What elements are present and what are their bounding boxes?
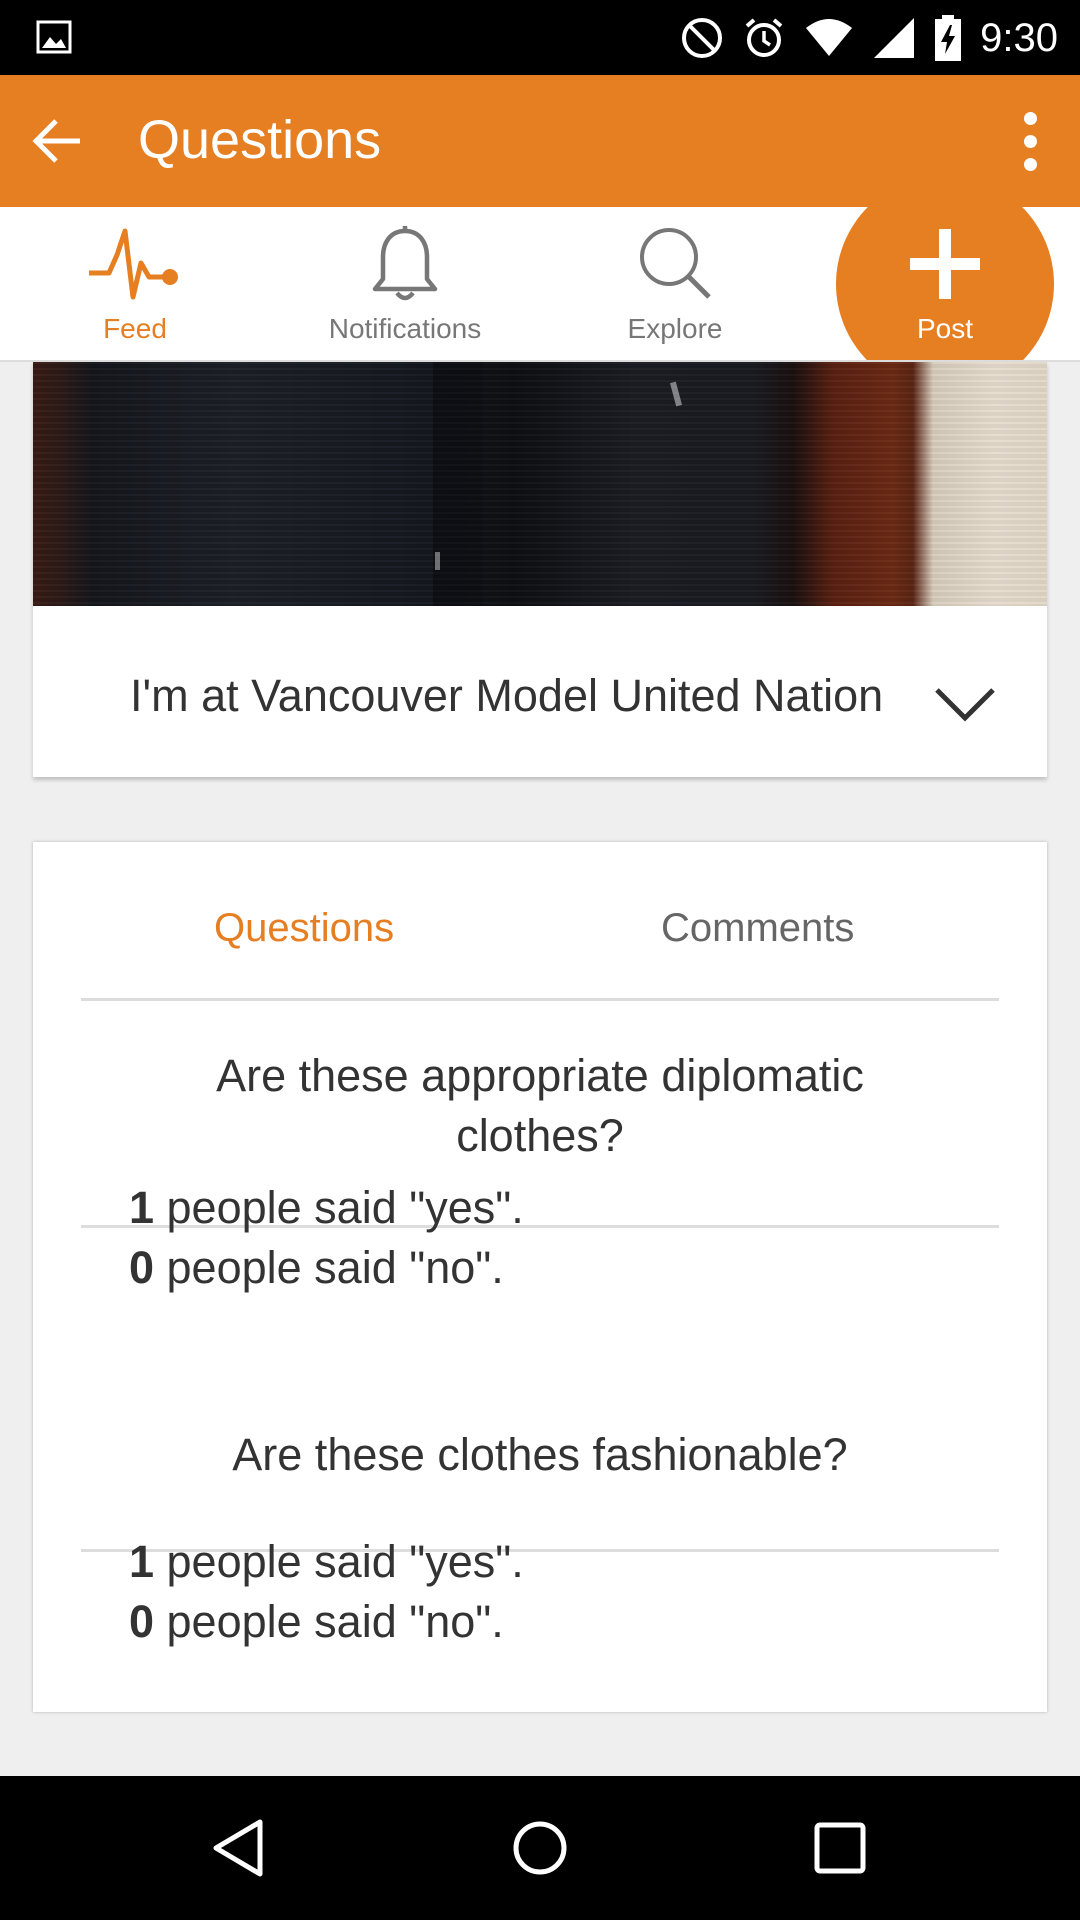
post-photo[interactable]: [33, 362, 1047, 606]
clock-time: 9:30: [980, 15, 1058, 60]
tab-comments[interactable]: Comments: [661, 906, 854, 951]
image-notification-icon: [36, 20, 72, 54]
questions-card: Questions Comments Are these appropriate…: [33, 842, 1047, 1712]
page-title: Questions: [138, 110, 382, 170]
photo-wall: [903, 362, 1047, 606]
questions-tab-bar: Questions Comments: [81, 842, 999, 1001]
menu-dot: [1023, 111, 1037, 125]
yes-count: 1: [129, 1536, 155, 1587]
back-arrow-icon: [32, 119, 80, 163]
search-icon: [640, 228, 711, 299]
tab-notifications[interactable]: Notifications: [270, 207, 540, 362]
do-not-disturb-icon: [682, 18, 723, 58]
tab-notifications-label: Notifications: [328, 313, 482, 344]
no-count-line: 0 people said "no".: [129, 1592, 504, 1652]
photo-texture: [33, 362, 1047, 606]
pulse-icon: [89, 228, 178, 300]
caption-row[interactable]: I'm at Vancouver Model United Nation: [33, 606, 1047, 777]
battery-charging-icon: [935, 15, 962, 61]
wifi-icon: [806, 19, 853, 56]
screen: 9:30 Questions Feed Notifications Explor…: [0, 0, 1080, 1920]
alarm-icon: [745, 18, 783, 57]
tab-explore[interactable]: Explore: [540, 207, 810, 362]
back-button[interactable]: [20, 105, 92, 177]
yes-text: people said "yes".: [154, 1536, 524, 1587]
tab-feed-label: Feed: [103, 313, 167, 344]
question-text: Are these clothes fashionable?: [81, 1425, 999, 1485]
overflow-menu-button[interactable]: [1010, 105, 1050, 177]
tab-questions[interactable]: Questions: [214, 906, 394, 951]
no-text: people said "no".: [154, 1596, 504, 1647]
menu-dot: [1023, 134, 1037, 148]
question-text-line: Are these clothes fashionable?: [232, 1429, 848, 1480]
post-card: I'm at Vancouver Model United Nation: [33, 362, 1047, 777]
photo-highlight: [435, 552, 440, 570]
yes-count-line: 1 people said "yes".: [129, 1532, 524, 1592]
status-bar: 9:30: [0, 0, 1080, 75]
tab-feed[interactable]: Feed: [0, 207, 270, 362]
chevron-down-icon[interactable]: [933, 684, 997, 724]
system-navigation-bar: [0, 1776, 1080, 1920]
menu-dot: [1023, 157, 1037, 171]
photo-shadow: [433, 362, 483, 606]
no-count: 0: [129, 1596, 155, 1647]
question-item: Are these clothes fashionable? 1 people …: [81, 1389, 999, 1647]
tab-post-label: Post: [916, 313, 974, 344]
cell-signal-icon: [874, 18, 915, 58]
home-circle-icon[interactable]: [508, 1816, 572, 1880]
tab-explore-label: Explore: [627, 313, 723, 344]
tab-post[interactable]: Post: [836, 207, 1054, 360]
post-caption: I'm at Vancouver Model United Nation: [130, 670, 884, 721]
app-bar: Questions: [0, 75, 1080, 207]
bell-icon: [372, 226, 438, 301]
back-triangle-icon[interactable]: [208, 1816, 272, 1880]
status-icons: 9:30: [680, 14, 1058, 62]
recents-square-icon[interactable]: [808, 1816, 872, 1880]
plus-icon: [910, 229, 980, 299]
